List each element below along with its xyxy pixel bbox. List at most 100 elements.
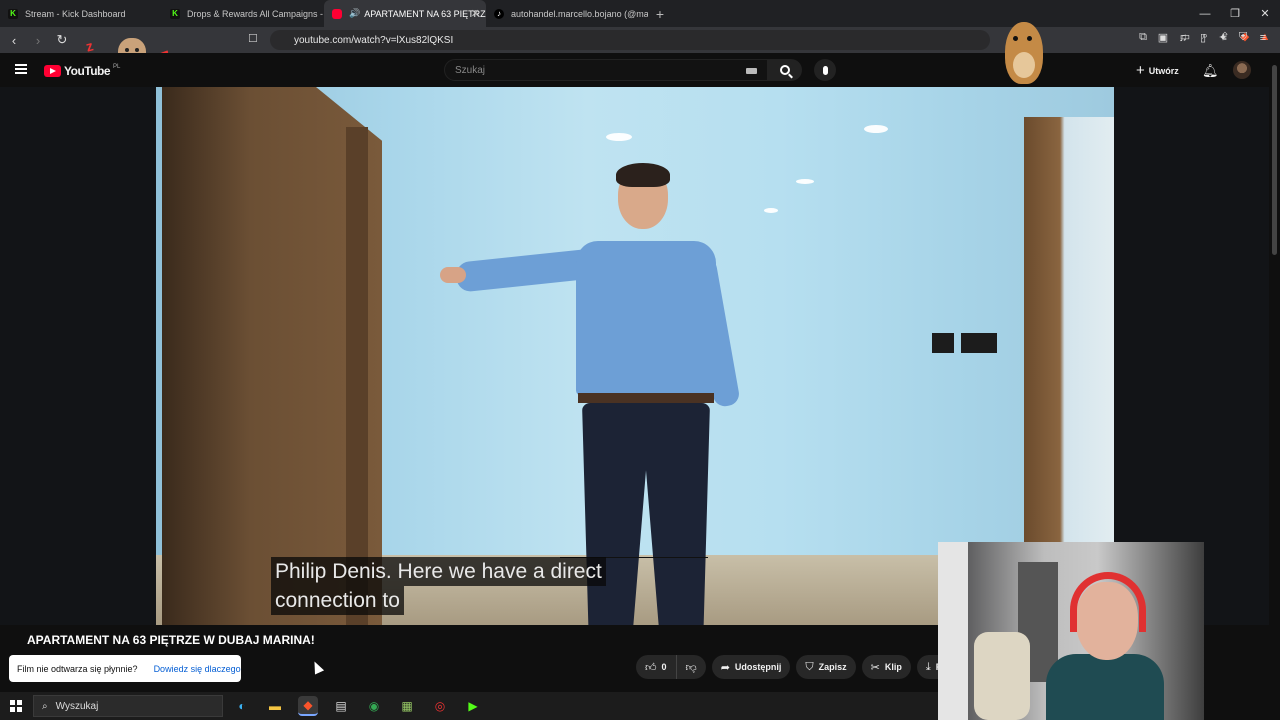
logo-text: YouTube: [64, 64, 111, 78]
restore-icon[interactable]: ❐: [1220, 0, 1250, 27]
youtube-icon: [332, 8, 342, 19]
vpn-icon[interactable]: ⛨: [1236, 31, 1250, 44]
voice-search-button[interactable]: [814, 59, 836, 81]
video-actions: 👍︎ 0 👎︎ ➦ Udostępnij ⛉ Zapisz ✂ Klip ⤓ P…: [636, 655, 957, 679]
page-scrollbar[interactable]: [1269, 53, 1280, 685]
youtube-play-icon: [44, 65, 61, 77]
ceiling-light: [764, 208, 778, 213]
browser-menu-icons: ⧉ ▣ ♫ ▯ ✦ ⛨ ≡: [1136, 31, 1270, 44]
tab-kick-dashboard[interactable]: K Stream - Kick Dashboard: [0, 0, 162, 27]
taskbar-search-placeholder: Wyszukaj: [55, 700, 99, 712]
create-button[interactable]: + Utwórz: [1136, 62, 1179, 79]
bookmark-icon: ⛉: [805, 660, 814, 673]
screen: K Stream - Kick Dashboard K Drops & Rewa…: [0, 0, 1280, 720]
save-button[interactable]: ⛉ Zapisz: [796, 655, 856, 679]
reload-icon[interactable]: ↻: [52, 32, 72, 48]
close-tab-icon[interactable]: ✕: [471, 7, 480, 20]
video-door-frame: [346, 127, 368, 625]
tab-title: Stream - Kick Dashboard: [25, 8, 126, 19]
hamburger-menu-icon[interactable]: [15, 64, 27, 74]
plus-icon: +: [1136, 62, 1145, 79]
like-button[interactable]: 👍︎ 0: [636, 655, 677, 679]
youtube-logo[interactable]: YouTube PL: [44, 64, 120, 78]
headset: [1070, 572, 1146, 632]
scissors-icon: ✂: [870, 661, 880, 674]
search-placeholder: Szukaj: [455, 64, 486, 76]
taskbar-apps: ◐ ▬ ◆ ▤ ◉ ▦ ◎ ▶: [232, 696, 483, 716]
notifications-bell-icon[interactable]: 🔔︎: [1202, 63, 1219, 79]
video-light-switch: [932, 333, 954, 353]
leo-icon[interactable]: ✦: [1216, 31, 1230, 44]
caption-line-1: Philip Denis. Here we have a direct: [271, 557, 606, 586]
app-icon[interactable]: ▤: [331, 696, 351, 716]
back-icon[interactable]: ‹: [4, 33, 24, 48]
create-label: Utwórz: [1148, 65, 1179, 76]
chrome-icon[interactable]: ◉: [364, 696, 384, 716]
thumbs-up-icon: 👍︎: [645, 661, 657, 674]
wallet-icon[interactable]: ▣: [1156, 31, 1170, 44]
tiktok-icon: ♪: [494, 8, 504, 19]
tab-title: APARTAMENT NA 63 PIĘTRZE: [364, 8, 486, 19]
extensions-icon[interactable]: ⧉: [1136, 31, 1150, 44]
minimize-icon[interactable]: —: [1190, 0, 1220, 27]
taskbar-search-input[interactable]: ⌕ Wyszukaj: [33, 695, 223, 717]
thumbs-down-icon: 👎︎: [685, 661, 697, 674]
kick-studio-icon[interactable]: ▶: [463, 696, 483, 716]
edge-icon[interactable]: ◐: [232, 696, 252, 716]
address-bar[interactable]: youtube.com/watch?v=lXus82lQKSI: [270, 30, 990, 50]
search-icon: [780, 65, 790, 75]
avatar[interactable]: [1233, 61, 1251, 79]
kick-icon: K: [170, 8, 180, 19]
like-dislike-group: 👍︎ 0 👎︎: [636, 655, 706, 679]
forward-icon[interactable]: ›: [28, 33, 48, 48]
share-button[interactable]: ➦ Udostępnij: [711, 655, 791, 679]
scrollbar-thumb[interactable]: [1272, 65, 1277, 255]
hamster-overlay-image: [1005, 22, 1043, 84]
speaker-icon: 🔊: [349, 8, 361, 18]
brave-browser-icon[interactable]: ◆: [298, 696, 318, 716]
video-title: APARTAMENT NA 63 PIĘTRZE W DUBAJ MARINA!: [27, 633, 315, 647]
bookmark-icon[interactable]: ☐: [248, 32, 258, 45]
toast-learn-more-link[interactable]: Dowiedz się dlaczego: [154, 664, 241, 674]
logo-region: PL: [113, 64, 121, 70]
url-text: youtube.com/watch?v=lXus82lQKSI: [294, 34, 454, 46]
caption-line-2: connection to: [271, 586, 404, 615]
tab-title: Drops & Rewards All Campaigns - K: [187, 8, 324, 19]
video-captions: Philip Denis. Here we have a direct conn…: [271, 557, 606, 615]
ceiling-light: [864, 125, 888, 133]
youtube-masthead: YouTube PL Szukaj + Utwórz 🔔︎: [0, 53, 1280, 87]
tab-tiktok[interactable]: ♪ autohandel.marcello.bojano (@marc: [486, 0, 648, 27]
clip-button[interactable]: ✂ Klip: [861, 655, 911, 679]
playback-toast: Film nie odtwarza się płynnie? Dowiedz s…: [9, 655, 241, 682]
download-icon: ⤓: [925, 660, 931, 673]
toast-message: Film nie odtwarza się płynnie?: [17, 663, 138, 674]
window-controls: — ❐ ✕: [1190, 0, 1280, 27]
browser-tabstrip: K Stream - Kick Dashboard K Drops & Rewa…: [0, 0, 1280, 27]
mouse-cursor: [309, 659, 325, 675]
search-icon: ⌕: [42, 700, 48, 712]
video-light-switch: [961, 333, 997, 353]
webcam-overlay: [938, 542, 1204, 720]
tab-drops-rewards[interactable]: K Drops & Rewards All Campaigns - K: [162, 0, 324, 27]
search-button[interactable]: [768, 59, 802, 81]
obs-icon[interactable]: ◎: [430, 696, 450, 716]
windows-taskbar: ⌕ Wyszukaj ◐ ▬ ◆ ▤ ◉ ▦ ◎ ▶: [0, 692, 938, 720]
windows-start-icon[interactable]: [10, 700, 22, 712]
new-tab-button[interactable]: +: [648, 6, 672, 22]
music-icon[interactable]: ♫: [1176, 32, 1190, 44]
kick-icon: K: [8, 8, 18, 19]
tab-youtube-video[interactable]: 🔊 APARTAMENT NA 63 PIĘTRZE ✕: [324, 0, 486, 27]
file-explorer-icon[interactable]: ▬: [265, 696, 285, 716]
close-window-icon[interactable]: ✕: [1250, 0, 1280, 27]
browser-toolbar: ‹ › ↻ ☐ youtube.com/watch?v=lXus82lQKSI …: [0, 27, 1280, 53]
keyboard-icon[interactable]: [746, 68, 757, 74]
save-label: Zapisz: [818, 662, 847, 672]
minecraft-icon[interactable]: ▦: [397, 696, 417, 716]
tab-title: autohandel.marcello.bojano (@marc: [511, 8, 648, 19]
share-arrow-icon: ➦: [720, 661, 730, 674]
menu-icon[interactable]: ≡: [1256, 32, 1270, 44]
search-input[interactable]: Szukaj: [444, 59, 768, 81]
ceiling-light: [606, 133, 632, 141]
sidebar-icon[interactable]: ▯: [1196, 31, 1210, 44]
dislike-button[interactable]: 👎︎: [676, 655, 706, 679]
